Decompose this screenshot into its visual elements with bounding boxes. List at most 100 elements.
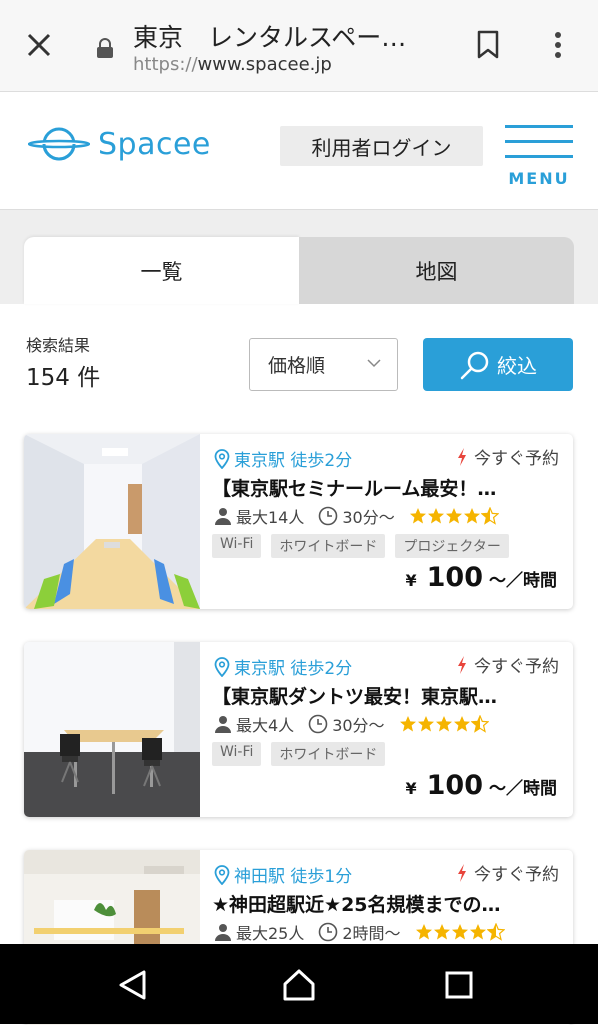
- tag: ホワイトボード: [271, 742, 386, 766]
- location-text: 神田駅 徒歩1分: [234, 867, 353, 887]
- listing-title[interactable]: 【東京駅ダントツ最安！東京駅…: [212, 682, 560, 709]
- star-half-icon: [480, 507, 499, 525]
- planet-logo-icon: [28, 127, 90, 161]
- star-icon: [451, 924, 468, 940]
- search-icon: [460, 351, 489, 379]
- results-count: 154 件: [26, 365, 101, 391]
- close-icon[interactable]: [24, 30, 54, 60]
- rating-stars: [399, 715, 489, 733]
- browser-url[interactable]: https://www.spacee.jp: [133, 54, 332, 75]
- listing-price: ¥ 100 〜／時間: [405, 562, 557, 593]
- min-time-text: 2時間〜: [342, 924, 401, 943]
- listing-meta: 最大14人 30分〜: [214, 504, 499, 528]
- sort-selected-value: 価格順: [268, 355, 326, 377]
- chevron-down-icon: [367, 359, 381, 368]
- capacity-text: 最大25人: [236, 924, 305, 943]
- instant-booking-text: 今すぐ予約: [474, 449, 559, 469]
- back-icon[interactable]: [116, 968, 150, 1002]
- star-icon: [453, 716, 470, 732]
- map-pin-icon: [214, 864, 230, 885]
- currency-symbol: ¥: [405, 571, 417, 590]
- star-icon: [433, 924, 450, 940]
- more-options-icon[interactable]: [552, 30, 564, 60]
- capacity-text: 最大14人: [236, 508, 305, 527]
- filter-label: 絞込: [497, 354, 537, 378]
- tag: プロジェクター: [395, 534, 509, 558]
- lock-icon: [97, 38, 113, 58]
- location-text: 東京駅 徒歩2分: [234, 659, 353, 679]
- lightning-icon: [458, 447, 466, 466]
- star-icon: [409, 508, 426, 524]
- tab-map[interactable]: 地図: [299, 237, 574, 304]
- listing-meta: 最大4人 30分〜: [214, 712, 489, 736]
- menu-line: [505, 155, 573, 158]
- browser-page-title: 東京 レンタルスペー…: [133, 23, 407, 52]
- listing-meta: 最大25人 2時間〜: [214, 920, 505, 944]
- lightning-icon: [458, 863, 466, 882]
- listing-photo: [24, 642, 200, 817]
- listing-location: 東京駅 徒歩2分: [214, 654, 352, 679]
- clock-icon: [308, 714, 328, 734]
- map-pin-icon: [214, 656, 230, 677]
- min-time-text: 30分〜: [342, 508, 395, 527]
- bookmark-icon[interactable]: [476, 30, 500, 60]
- instant-booking: 今すぐ予約: [456, 860, 559, 885]
- menu-line: [505, 140, 573, 143]
- star-half-icon: [470, 715, 489, 733]
- instant-booking-text: 今すぐ予約: [474, 657, 559, 677]
- menu-button[interactable]: MENU: [505, 125, 573, 189]
- price-unit: 〜／時間: [489, 571, 557, 591]
- listing-price: ¥ 100 〜／時間: [405, 770, 557, 801]
- listing-location: 東京駅 徒歩2分: [214, 446, 352, 471]
- star-icon: [399, 716, 416, 732]
- star-icon: [435, 716, 452, 732]
- instant-booking-text: 今すぐ予約: [474, 865, 559, 885]
- spacee-logo[interactable]: Spacee: [28, 122, 211, 166]
- menu-line: [505, 125, 573, 128]
- person-icon: [215, 924, 231, 941]
- person-icon: [215, 508, 231, 525]
- amenity-tags: Wi-Fi ホワイトボード プロジェクター: [212, 534, 519, 558]
- tag: Wi-Fi: [212, 534, 262, 558]
- star-icon: [463, 508, 480, 524]
- results-label: 検索結果: [26, 336, 91, 355]
- listing-title[interactable]: ★神田超駅近★25名規模までの…: [212, 890, 560, 917]
- rating-stars: [415, 923, 505, 941]
- instant-booking: 今すぐ予約: [456, 444, 559, 469]
- listing-card[interactable]: 東京駅 徒歩2分 今すぐ予約 【東京駅セミナールーム最安！… 最大14人 30分…: [24, 434, 573, 609]
- user-login-button[interactable]: 利用者ログイン: [280, 126, 483, 166]
- listing-photo: [24, 434, 200, 609]
- filter-button[interactable]: 絞込: [423, 338, 573, 391]
- instant-booking: 今すぐ予約: [456, 652, 559, 677]
- price-unit: 〜／時間: [489, 779, 557, 799]
- location-text: 東京駅 徒歩2分: [234, 451, 353, 471]
- map-pin-icon: [214, 448, 230, 469]
- tab-list[interactable]: 一覧: [24, 237, 299, 304]
- star-half-icon: [486, 923, 505, 941]
- url-scheme: https://: [133, 54, 198, 75]
- home-icon[interactable]: [282, 968, 316, 1002]
- tag: ホワイトボード: [271, 534, 386, 558]
- site-header: Spacee 利用者ログイン MENU: [0, 92, 598, 210]
- person-icon: [215, 716, 231, 733]
- recent-apps-icon[interactable]: [442, 968, 476, 1002]
- capacity-text: 最大4人: [236, 716, 295, 735]
- android-nav-bar: [0, 944, 598, 1024]
- browser-toolbar: 東京 レンタルスペー… https://www.spacee.jp: [0, 0, 598, 92]
- listing-title[interactable]: 【東京駅セミナールーム最安！…: [212, 474, 560, 501]
- star-icon: [469, 924, 486, 940]
- listing-card[interactable]: 東京駅 徒歩2分 今すぐ予約 【東京駅ダントツ最安！東京駅… 最大4人 30分〜…: [24, 642, 573, 817]
- currency-symbol: ¥: [405, 779, 417, 798]
- amenity-tags: Wi-Fi ホワイトボード: [212, 742, 395, 766]
- min-time-text: 30分〜: [332, 716, 385, 735]
- star-icon: [417, 716, 434, 732]
- star-icon: [415, 924, 432, 940]
- price-value: 100: [426, 562, 483, 593]
- clock-icon: [319, 506, 338, 526]
- rating-stars: [409, 507, 499, 525]
- sort-select[interactable]: 価格順: [249, 338, 398, 391]
- star-icon: [445, 508, 462, 524]
- logo-text: Spacee: [98, 126, 211, 162]
- clock-icon: [319, 922, 338, 942]
- lightning-icon: [458, 655, 466, 674]
